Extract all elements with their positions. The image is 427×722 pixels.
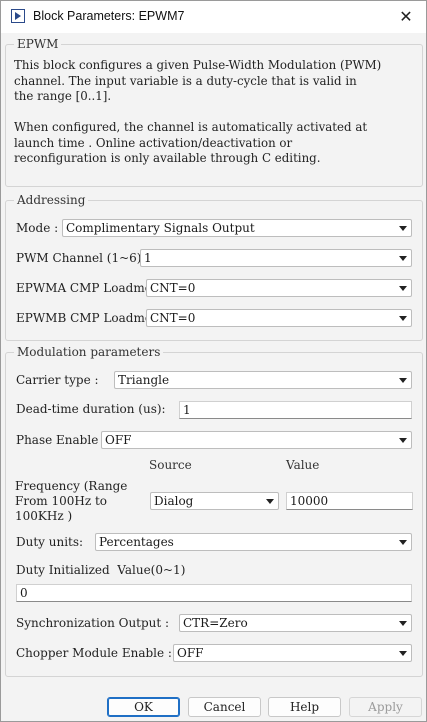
chevron-down-icon (399, 651, 407, 656)
window-title: Block Parameters: EPWM7 (33, 9, 185, 23)
carrier-type-select[interactable]: Triangle (114, 371, 412, 389)
duty-units-select[interactable]: Percentages (95, 533, 412, 551)
duty-initialized-label: Duty Initialized Value(0~1) (16, 563, 186, 577)
sync-output-label: Synchronization Output : (16, 616, 170, 630)
duty-initialized-input[interactable]: 0 (16, 584, 412, 602)
chopper-enable-select[interactable]: OFF (173, 644, 412, 662)
apply-button[interactable]: Apply (349, 697, 422, 717)
title-bar[interactable]: Block Parameters: EPWM7 ✕ (1, 1, 426, 33)
chevron-down-icon (399, 286, 407, 291)
epwmb-loadmode-select[interactable]: CNT=0 (146, 309, 412, 327)
sync-output-select[interactable]: CTR=Zero (179, 614, 412, 632)
duty-units-label: Duty units: (16, 535, 84, 549)
frequency-source-value: Dialog (154, 494, 194, 508)
phase-enable-select[interactable]: OFF (101, 431, 412, 449)
pwm-channel-select[interactable]: 1 (140, 249, 412, 267)
mode-value: Complimentary Signals Output (66, 221, 255, 235)
chevron-down-icon (399, 316, 407, 321)
chevron-down-icon (399, 378, 407, 383)
deadtime-input[interactable]: 1 (179, 401, 412, 419)
addressing-legend: Addressing (17, 193, 86, 207)
mode-label: Mode : (16, 221, 59, 235)
chopper-enable-label: Chopper Module Enable : (16, 646, 172, 660)
duty-units-value: Percentages (99, 535, 174, 549)
epwmb-loadmode-value: CNT=0 (150, 311, 196, 325)
block-description: This block configures a given Pulse-Widt… (14, 58, 382, 165)
carrier-type-value: Triangle (118, 373, 170, 387)
mode-select[interactable]: Complimentary Signals Output (62, 219, 412, 237)
frequency-label-line2: From 100Hz to (15, 494, 108, 508)
help-button[interactable]: Help (268, 697, 341, 717)
epwm-legend: EPWM (17, 37, 59, 51)
epwma-loadmode-select[interactable]: CNT=0 (146, 279, 412, 297)
carrier-type-label: Carrier type : (16, 373, 99, 387)
chevron-down-icon (399, 540, 407, 545)
epwma-loadmode-value: CNT=0 (150, 281, 196, 295)
ok-button[interactable]: OK (107, 697, 180, 717)
frequency-value-input[interactable]: 10000 (286, 492, 413, 510)
frequency-label-line3: 100KHz ) (15, 509, 73, 523)
phase-enable-value: OFF (105, 433, 132, 447)
pwm-channel-value: 1 (144, 251, 152, 265)
chevron-down-icon (399, 226, 407, 231)
phase-enable-label: Phase Enable (16, 433, 99, 447)
simulink-block-icon (11, 9, 25, 23)
modulation-legend: Modulation parameters (17, 345, 161, 359)
deadtime-label: Dead-time duration (us): (16, 402, 166, 416)
source-column-header: Source (149, 458, 192, 472)
sync-output-value: CTR=Zero (183, 616, 248, 630)
frequency-label-line1: Frequency (Range (15, 479, 128, 493)
value-column-header: Value (286, 458, 320, 472)
cancel-button[interactable]: Cancel (188, 697, 261, 717)
pwm-channel-label: PWM Channel (1~6): (16, 251, 146, 265)
frequency-source-select[interactable]: Dialog (150, 492, 279, 510)
chevron-down-icon (399, 438, 407, 443)
chevron-down-icon (399, 256, 407, 261)
chevron-down-icon (399, 621, 407, 626)
dialog-window: Block Parameters: EPWM7 ✕ EPWM This bloc… (0, 0, 427, 722)
chevron-down-icon (266, 499, 274, 504)
chopper-enable-value: OFF (177, 646, 204, 660)
close-icon[interactable]: ✕ (396, 7, 416, 27)
